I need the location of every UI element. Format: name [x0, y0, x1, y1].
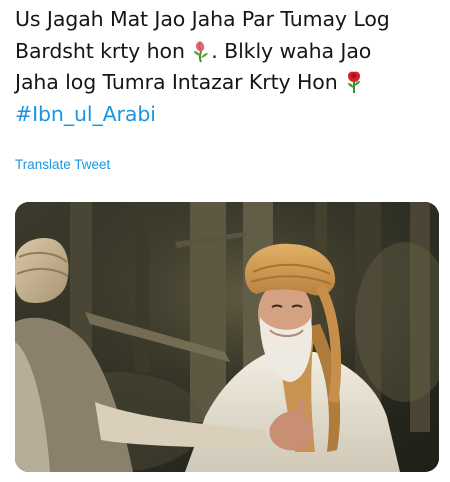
tweet-line-1: Us Jagah Mat Jao Jaha Par Tumay Log — [15, 7, 390, 31]
tweet-line-2b: . Blkly waha Jao — [211, 38, 372, 63]
tweet-text: Us Jagah Mat Jao Jaha Par Tumay Log Bard… — [15, 4, 440, 130]
rose-icon — [344, 70, 364, 94]
tweet-line-3: Jaha log Tumra Intazar Krty Hon — [15, 70, 338, 94]
wilted-flower-icon — [191, 39, 211, 63]
tweet-line-2a: Bardsht krty hon — [15, 38, 185, 63]
hashtag-link[interactable]: #Ibn_ul_Arabi — [15, 102, 156, 126]
translate-tweet-link[interactable]: Translate Tweet — [15, 157, 110, 172]
tweet-media-photo[interactable] — [15, 202, 439, 472]
photo-illustration — [15, 202, 439, 472]
